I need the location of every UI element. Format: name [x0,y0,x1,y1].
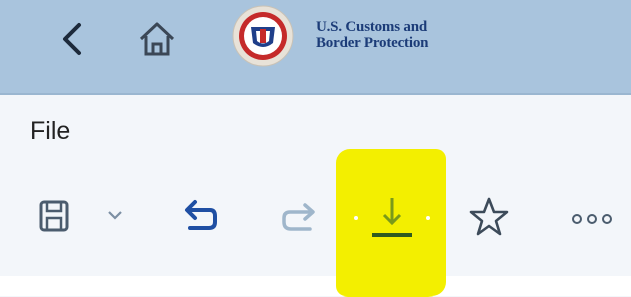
file-menu-title[interactable]: File [30,117,70,146]
redo-icon [282,203,315,231]
save-dropdown-button[interactable] [104,204,126,226]
undo-button[interactable] [180,194,220,238]
save-button[interactable] [36,196,72,236]
undo-icon [185,200,217,230]
cbp-seal-logo [232,5,294,67]
more-options-icon [572,214,612,224]
brand-name: U.S. Customs and Border Protection [316,19,428,51]
save-icon [39,200,69,232]
home-button[interactable] [132,14,182,64]
dropdown-chevron-icon [108,211,122,220]
favorite-button[interactable] [466,194,512,240]
redo-button[interactable] [276,196,320,236]
home-icon [139,22,175,56]
back-icon [63,23,81,55]
app-header: U.S. Customs and Border Protection [0,0,631,95]
download-button[interactable] [350,192,434,244]
brand-line-1: U.S. Customs and [316,19,427,35]
brand-line-2: Border Protection [316,35,429,51]
bottom-divider [0,276,631,296]
favorite-star-icon [469,197,509,236]
more-options-button[interactable] [566,208,620,230]
download-icon [354,198,430,237]
download-highlight-tail [336,276,446,296]
back-button[interactable] [47,14,97,64]
